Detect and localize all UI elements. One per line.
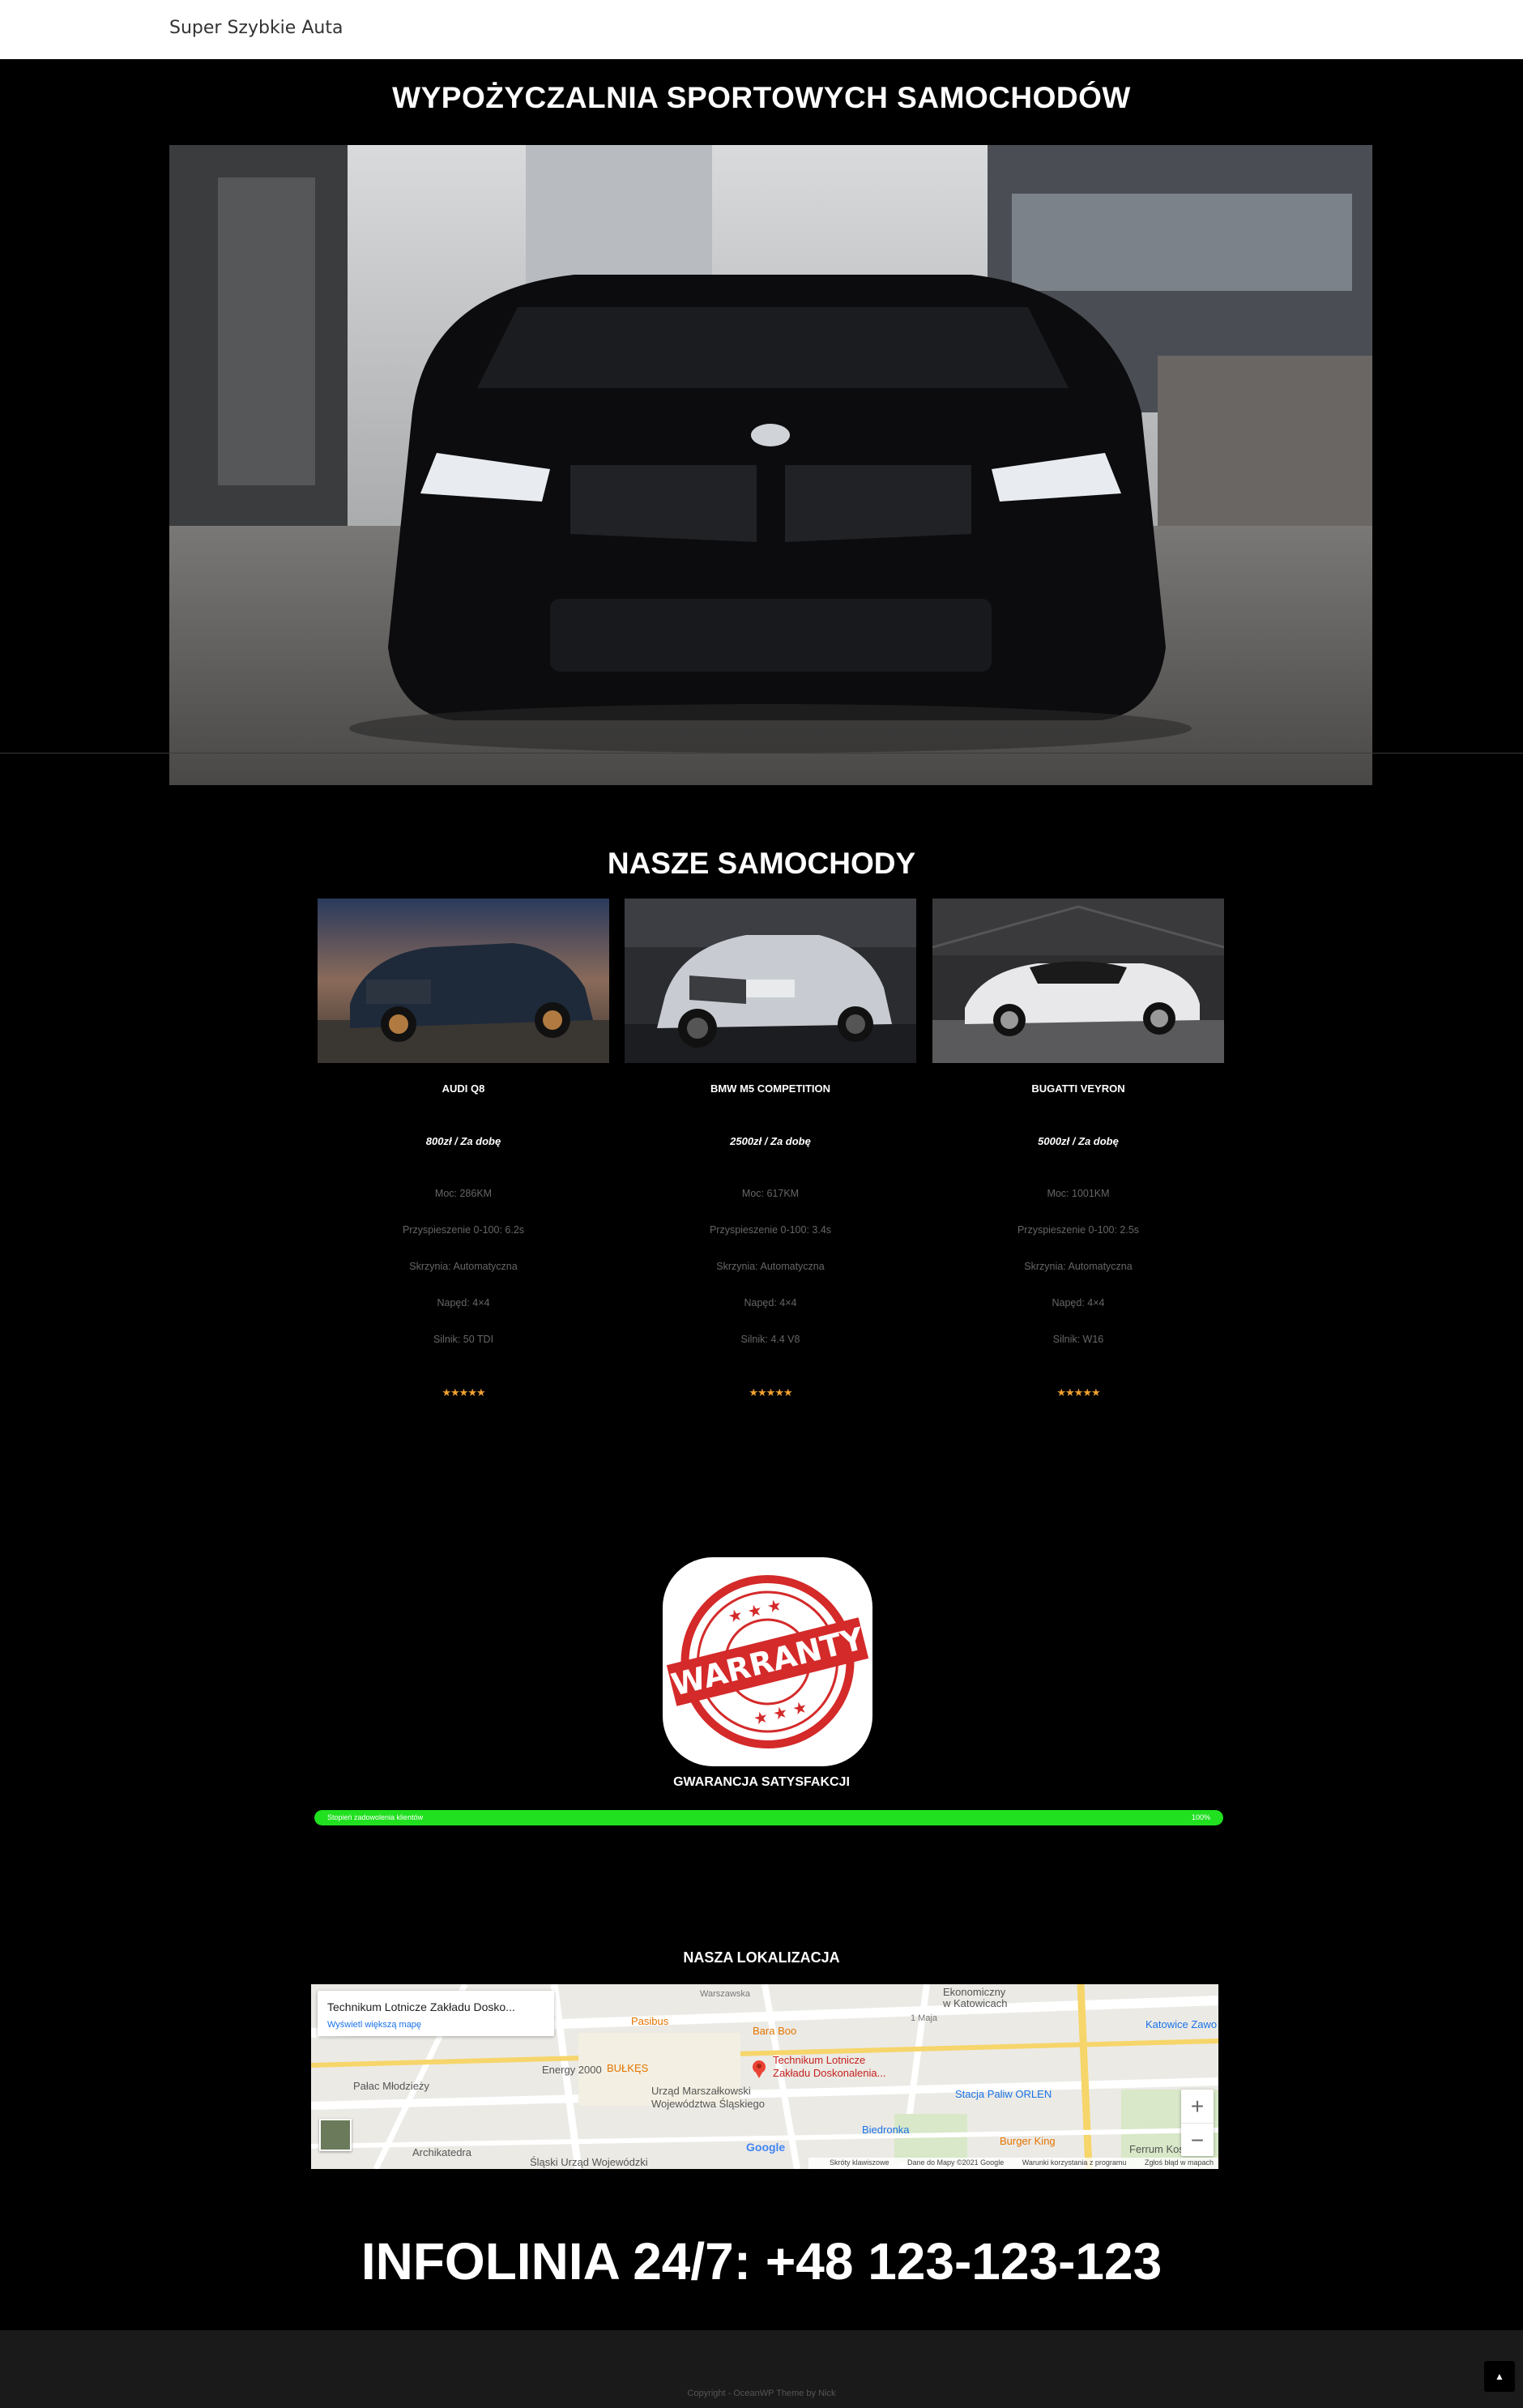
satisfaction-progress-label: Stopień zadowolenia klientów	[327, 1813, 424, 1821]
map-poi-katowice[interactable]: Katowice Zawo	[1145, 2018, 1217, 2030]
map-pin-label-1[interactable]: Technikum Lotnicze	[773, 2054, 865, 2066]
map-poi-ekonomiczny-1[interactable]: Ekonomiczny	[943, 1986, 1005, 1998]
car-name: BMW M5 COMPETITION	[710, 1082, 831, 1095]
hero-image	[169, 145, 1372, 785]
map-poi-stacja[interactable]: Stacja Paliw ORLEN	[955, 2088, 1052, 2100]
satisfaction-progress-fill	[314, 1810, 1223, 1825]
car-spec-power: Moc: 617KM	[741, 1188, 800, 1199]
map-report-link[interactable]: Zgłoś błąd w mapach	[1145, 2158, 1214, 2167]
car-spec-gearbox: Skrzynia: Automatyczna	[409, 1261, 518, 1272]
car-spec-drive: Napęd: 4×4	[744, 1297, 797, 1309]
map-poi-burger-king[interactable]: Burger King	[1000, 2135, 1056, 2147]
map-street-warszawska: Warszawska	[700, 1989, 750, 1999]
map-street-1-maja: 1 Maja	[911, 2013, 938, 2023]
infoline-phone: INFOLINIA 24/7: +48 123-123-123	[360, 2232, 1163, 2291]
car-price: 2500zł / Za dobę	[730, 1135, 811, 1147]
site-title-link[interactable]: Super Szybkie Auta	[169, 18, 343, 38]
map-poi-pasibus[interactable]: Pasibus	[631, 2015, 668, 2027]
bugatti-veyron-image	[932, 899, 1224, 1063]
map-poi-bara-boo[interactable]: Bara Boo	[753, 2025, 796, 2037]
google-map[interactable]: Pasibus Bara Boo BUŁKĘS Energy 2000 Pała…	[311, 1984, 1218, 2169]
hero-title: WYPOŻYCZALNIA SPORTOWYCH SAMOCHODÓW	[392, 81, 1131, 114]
car-spec-engine: Silnik: W16	[1052, 1334, 1104, 1345]
car-spec-power: Moc: 1001KM	[1047, 1188, 1110, 1199]
map-poi-biedronka[interactable]: Biedronka	[862, 2124, 910, 2136]
scroll-top-button[interactable]: ▲	[1484, 2361, 1515, 2392]
car-price: 800zł / Za dobę	[425, 1135, 501, 1147]
car-spec-power: Moc: 286KM	[434, 1188, 493, 1199]
site-footer: Copyright - OceanWP Theme by Nick	[0, 2330, 1523, 2408]
location-title: NASZA LOKALIZACJA	[683, 1949, 840, 1966]
bmw-m5-image	[625, 899, 916, 1063]
map-poi-urzad-2[interactable]: Województwa Śląskiego	[651, 2098, 765, 2110]
map-poi-slaski-urzad[interactable]: Śląski Urząd Wojewódzki	[530, 2156, 648, 2168]
car-rating-stars: ★★★★★	[749, 1386, 792, 1398]
map-poi-archikatedra[interactable]: Archikatedra	[412, 2146, 471, 2158]
map-pin-label-2[interactable]: Zakładu Doskonalenia...	[773, 2067, 885, 2079]
car-spec-gearbox: Skrzynia: Automatyczna	[716, 1261, 825, 1272]
car-name: BUGATTI VEYRON	[1031, 1082, 1125, 1095]
bmw-m5-hero-photo-icon	[169, 145, 1372, 785]
car-spec-acceleration: Przyspieszenie 0-100: 2.5s	[1017, 1224, 1140, 1236]
site-header: Super Szybkie Auta	[0, 0, 1523, 59]
satisfaction-progress-bar: Stopień zadowolenia klientów 100%	[314, 1810, 1223, 1825]
map-poi-ekonomiczny-2[interactable]: w Katowicach	[943, 1997, 1007, 2009]
warranty-badge: ★ ★ ★ ★ ★ ★ WARRANTY	[663, 1557, 872, 1766]
bugatti-veyron-photo-icon	[932, 899, 1224, 1063]
car-card-audi-q8: AUDI Q8 800zł / Za dobę Moc: 286KM Przys…	[318, 899, 609, 1398]
car-spec-gearbox: Skrzynia: Automatyczna	[1024, 1261, 1133, 1272]
warranty-caption: GWARANCJA SATYSFAKCJI	[673, 1775, 850, 1789]
car-card-bugatti-veyron: BUGATTI VEYRON 5000zł / Za dobę Moc: 100…	[932, 899, 1224, 1398]
car-spec-acceleration: Przyspieszenie 0-100: 6.2s	[402, 1224, 525, 1236]
map-terms-link[interactable]: Warunki korzystania z programu	[1022, 2158, 1127, 2167]
audi-q8-image	[318, 899, 609, 1063]
car-rating-stars: ★★★★★	[1056, 1386, 1100, 1398]
cars-section-title: NASZE SAMOCHODY	[607, 847, 916, 880]
svg-text:WARRANTY: WARRANTY	[668, 1620, 868, 1703]
car-spec-engine: Silnik: 50 TDI	[433, 1334, 494, 1345]
warranty-stamp-icon: ★ ★ ★ ★ ★ ★ WARRANTY	[666, 1575, 869, 1748]
car-card-bmw-m5: BMW M5 COMPETITION 2500zł / Za dobę Moc:…	[625, 899, 916, 1398]
car-spec-drive: Napęd: 4×4	[1052, 1297, 1105, 1309]
map-place-card: Technikum Lotnicze Zakładu Dosko... Wyśw…	[318, 1991, 554, 2036]
map-keyboard-shortcuts-link[interactable]: Skróty klawiszowe	[830, 2158, 889, 2167]
hero-divider	[0, 753, 1523, 754]
map-place-name: Technikum Lotnicze Zakładu Dosko...	[327, 2000, 515, 2013]
google-logo: Google	[746, 2141, 786, 2154]
map-footer: Skróty klawiszowe Dane do Mapy ©2021 Goo…	[808, 2158, 1218, 2169]
copyright-text: Copyright - OceanWP Theme by Nick	[687, 2389, 836, 2398]
satisfaction-progress-percent: 100%	[1191, 1813, 1210, 1821]
bmw-m5-photo-icon	[625, 899, 916, 1063]
car-rating-stars: ★★★★★	[442, 1386, 485, 1398]
map-poi-energy[interactable]: Energy 2000	[542, 2064, 602, 2076]
car-spec-acceleration: Przyspieszenie 0-100: 3.4s	[709, 1224, 832, 1236]
audi-q8-photo-icon	[318, 899, 609, 1063]
car-spec-drive: Napęd: 4×4	[437, 1297, 490, 1309]
chevron-up-icon: ▲	[1495, 2371, 1504, 2382]
map-zoom-out-button[interactable]: −	[1181, 2123, 1214, 2156]
map-zoom-controls: + −	[1181, 2090, 1214, 2156]
map-poi-palac[interactable]: Pałac Młodzieży	[353, 2080, 429, 2092]
map-zoom-in-button[interactable]: +	[1181, 2090, 1214, 2123]
car-price: 5000zł / Za dobę	[1038, 1135, 1119, 1147]
map-poi-bulkes[interactable]: BUŁKĘS	[607, 2062, 648, 2074]
car-name: AUDI Q8	[442, 1082, 485, 1095]
map-data-credit: Dane do Mapy ©2021 Google	[907, 2158, 1005, 2167]
map-satellite-toggle[interactable]	[319, 2119, 352, 2151]
map-poi-urzad-1[interactable]: Urząd Marszałkowski	[651, 2085, 751, 2097]
map-larger-link[interactable]: Wyświetl większą mapę	[327, 2020, 421, 2030]
car-spec-engine: Silnik: 4.4 V8	[740, 1334, 800, 1345]
